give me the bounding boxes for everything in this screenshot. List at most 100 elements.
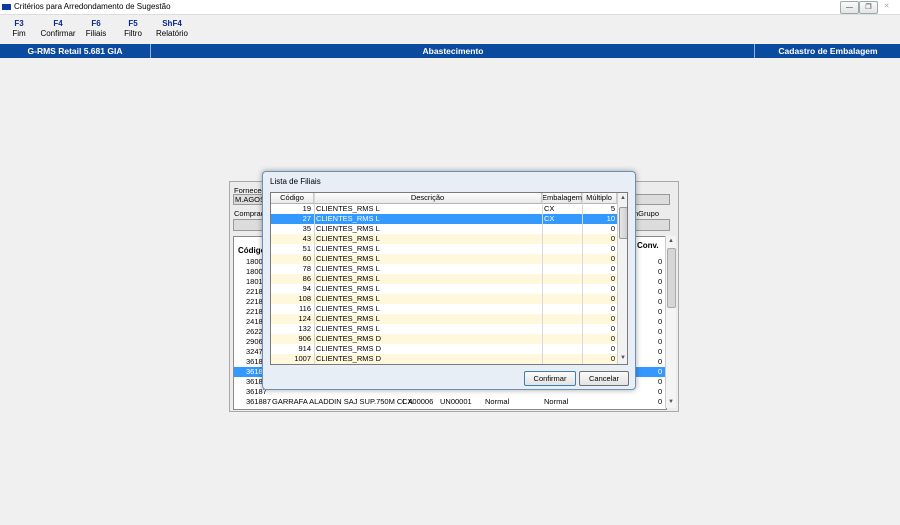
filial-descricao: CLIENTES_RMS L: [316, 324, 380, 333]
filial-multiplo: 0: [610, 304, 615, 313]
row-codigo: 36: [246, 407, 254, 409]
grupo-field[interactable]: [633, 219, 670, 231]
row-conv: 0: [658, 257, 663, 266]
filial-row[interactable]: 116 CLIENTES_RMS L 0: [271, 304, 617, 314]
comprador-field[interactable]: [233, 219, 265, 231]
col-divider: [582, 193, 583, 364]
filial-row[interactable]: 914 CLIENTES_RMS D 0: [271, 344, 617, 354]
filial-codigo: 60: [302, 254, 311, 263]
col-codigo[interactable]: Código: [271, 193, 314, 203]
toolbar-confirmar-button[interactable]: F4 Confirmar: [38, 19, 78, 39]
scroll-up-icon[interactable]: ▲: [618, 193, 627, 203]
scroll-thumb[interactable]: [619, 207, 627, 239]
row-conv: 0: [658, 397, 663, 406]
filial-multiplo: 0: [610, 224, 615, 233]
filial-embalagem: [542, 334, 582, 344]
app-icon: [2, 4, 11, 10]
filial-codigo: 43: [302, 234, 311, 243]
filial-codigo: 1007: [294, 354, 311, 363]
scroll-down-icon[interactable]: ▼: [666, 397, 676, 407]
row-conv: 0: [658, 377, 663, 386]
module-name: Abastecimento: [150, 44, 755, 58]
filial-row[interactable]: 27 CLIENTES_RMS L CX 10: [271, 214, 617, 224]
table-row[interactable]: 36 0: [234, 407, 666, 409]
lista-filiais-dialog: Lista de Filiais Código Descrição Embala…: [262, 171, 636, 390]
filial-descricao: CLIENTES_RMS D: [316, 354, 382, 363]
filiais-rows: 19 CLIENTES_RMS L CX 5 27 CLIENTES_RMS L CX 10 3…: [271, 204, 617, 364]
filial-codigo: 132: [298, 324, 311, 333]
filial-codigo: 19: [302, 204, 311, 213]
col-descricao[interactable]: Descrição: [314, 193, 542, 203]
filial-row[interactable]: 108 CLIENTES_RMS L 0: [271, 294, 617, 304]
filial-descricao: CLIENTES_RMS D: [316, 344, 382, 353]
minimize-icon[interactable]: —: [840, 1, 859, 14]
filiais-list-header: Código Descrição Embalagem Múltiplo: [271, 193, 617, 204]
filial-row[interactable]: 78 CLIENTES_RMS L 0: [271, 264, 617, 274]
scroll-down-icon[interactable]: ▼: [618, 353, 627, 363]
scroll-thumb[interactable]: [667, 248, 676, 308]
row-conv: 0: [658, 317, 663, 326]
filial-codigo: 914: [298, 344, 311, 353]
filial-descricao: CLIENTES_RMS L: [316, 314, 380, 323]
toolbar-relatorio-button[interactable]: ShF4 Relatório: [155, 19, 189, 39]
row-conv: 0: [658, 267, 663, 276]
scroll-up-icon[interactable]: ▲: [666, 236, 676, 246]
row-conv: 0: [658, 407, 662, 409]
close-icon[interactable]: ✕: [878, 1, 895, 12]
filial-row[interactable]: 124 CLIENTES_RMS L 0: [271, 314, 617, 324]
filiais-scrollbar[interactable]: ▲ ▼: [617, 193, 627, 364]
filial-row[interactable]: 132 CLIENTES_RMS L 0: [271, 324, 617, 334]
col-divider: [542, 193, 543, 364]
embalagem-scrollbar[interactable]: ▲ ▼: [665, 236, 676, 408]
cancelar-button[interactable]: Cancelar: [579, 371, 629, 386]
filial-row[interactable]: 51 CLIENTES_RMS L 0: [271, 244, 617, 254]
toolbar-fim-button[interactable]: F3 Fim: [8, 19, 30, 39]
filial-descricao: CLIENTES_RMS L: [316, 274, 380, 283]
row-codigo: 361887: [246, 397, 272, 406]
col-embalagem[interactable]: Embalagem: [542, 193, 582, 203]
table-row[interactable]: 361887 GARRAFA ALADDIN SAJ SUP.750M CL AC…: [234, 397, 666, 407]
filial-embalagem: [542, 344, 582, 354]
function-key-toolbar: F3 Fim F4 Confirmar F6 Filiais F5 Filtro…: [0, 15, 900, 43]
filial-row[interactable]: 906 CLIENTES_RMS D 0: [271, 334, 617, 344]
confirmar-button[interactable]: Confirmar: [524, 371, 576, 386]
fornecedor-extra-field[interactable]: [633, 194, 670, 205]
filial-embalagem: [542, 314, 582, 324]
filial-row[interactable]: 94 CLIENTES_RMS L 0: [271, 284, 617, 294]
filial-codigo: 94: [302, 284, 311, 293]
row-embalagem-unidade: UN00001: [440, 397, 472, 406]
screen-name: Cadastro de Embalagem: [754, 44, 900, 58]
filial-row[interactable]: 1007 CLIENTES_RMS D 0: [271, 354, 617, 364]
filial-multiplo: 0: [610, 284, 615, 293]
filiais-list: Código Descrição Embalagem Múltiplo 19 CL…: [270, 192, 628, 365]
conv-header: Conv.: [637, 241, 659, 250]
filial-multiplo: 0: [610, 254, 615, 263]
dialog-title: Lista de Filiais: [270, 177, 321, 186]
filial-descricao: CLIENTES_RMS L: [316, 264, 380, 273]
filial-row[interactable]: 35 CLIENTES_RMS L 0: [271, 224, 617, 234]
filial-codigo: 27: [302, 214, 311, 223]
filial-embalagem: [542, 324, 582, 334]
row-conv: 0: [658, 347, 663, 356]
row-conv: 0: [658, 287, 663, 296]
filial-embalagem: [542, 234, 582, 244]
window-titlebar: Critérios para Arredondamento de Sugestã…: [0, 0, 900, 15]
filial-row[interactable]: 86 CLIENTES_RMS L 0: [271, 274, 617, 284]
filial-embalagem: [542, 264, 582, 274]
filial-row[interactable]: 19 CLIENTES_RMS L CX 5: [271, 204, 617, 214]
restore-icon[interactable]: ❐: [859, 1, 878, 14]
filial-row[interactable]: 43 CLIENTES_RMS L 0: [271, 234, 617, 244]
filial-embalagem: [542, 224, 582, 234]
filial-row[interactable]: 60 CLIENTES_RMS L 0: [271, 254, 617, 264]
row-conv: 0: [658, 307, 663, 316]
filial-codigo: 116: [299, 304, 311, 313]
filial-multiplo: 0: [610, 244, 615, 253]
toolbar-filiais-button[interactable]: F6 Filiais: [84, 19, 108, 39]
filial-multiplo: 0: [610, 294, 615, 303]
filial-multiplo: 0: [610, 354, 615, 363]
row-descricao: GARRAFA ALADDIN SAJ SUP.750M CL A: [272, 397, 413, 406]
col-multiplo[interactable]: Múltiplo: [582, 193, 617, 203]
filial-multiplo: 0: [610, 314, 615, 323]
toolbar-filtro-button[interactable]: F5 Filtro: [122, 19, 144, 39]
filial-codigo: 906: [298, 334, 311, 343]
